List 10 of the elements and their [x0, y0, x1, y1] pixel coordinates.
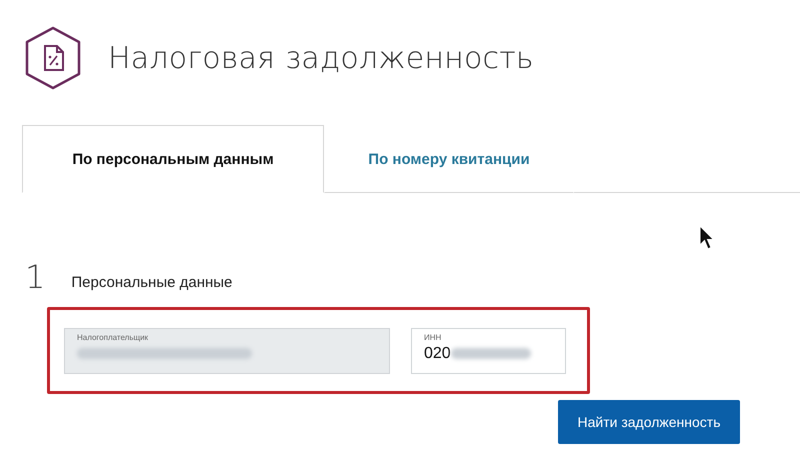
find-debt-button[interactable]: Найти задолженность [558, 400, 740, 444]
field-label: ИНН [424, 332, 442, 342]
page-title: Налоговая задолженность [108, 40, 534, 76]
input-field[interactable]: ИНН 020 [411, 328, 566, 374]
field-value: 020 [424, 344, 451, 362]
mouse-pointer-icon [699, 225, 715, 251]
step-number: 1 [25, 261, 46, 293]
field-label: Налогоплательщик [77, 332, 150, 342]
tab[interactable]: По персональным данным [22, 125, 324, 193]
step-title: Персональные данные [71, 274, 232, 293]
